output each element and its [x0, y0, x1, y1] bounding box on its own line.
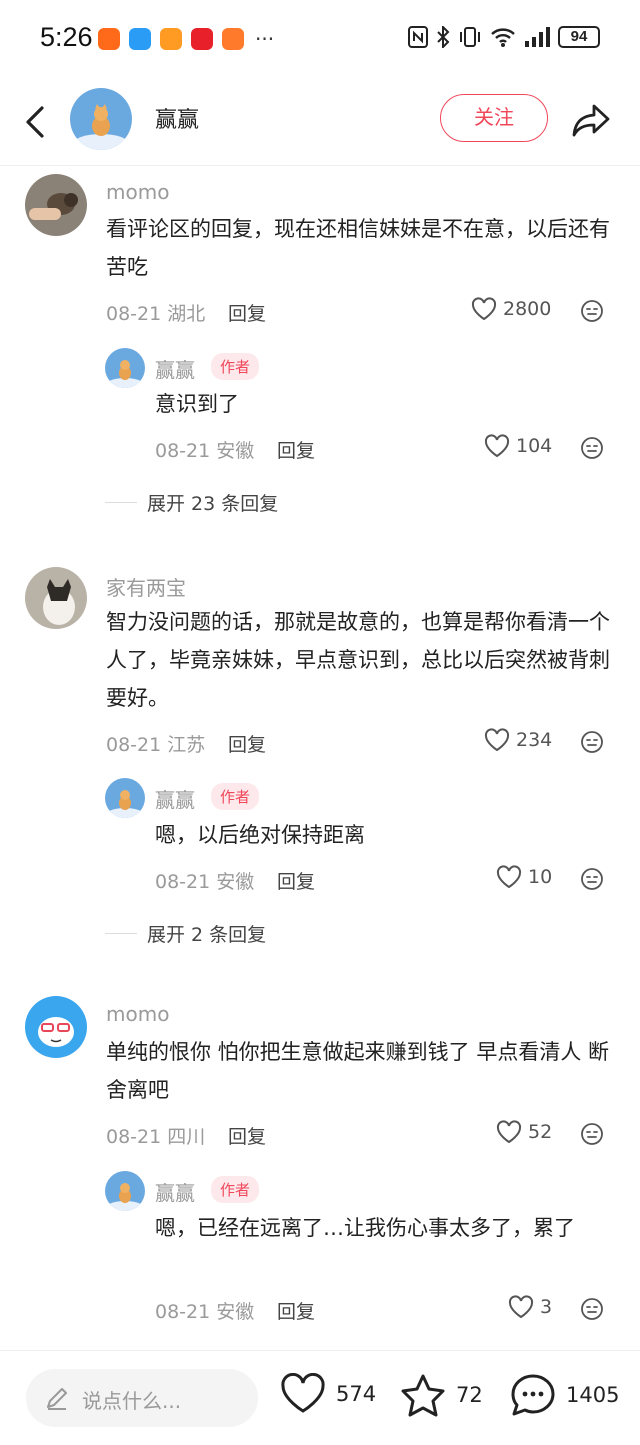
like-count: 3 — [540, 1296, 553, 1318]
emoji-reaction-icon[interactable] — [580, 867, 604, 891]
reply-button[interactable]: 回复 — [228, 1122, 266, 1149]
reply-date-location: 08-21 安徽 — [155, 440, 255, 462]
like-count: 10 — [528, 866, 553, 888]
status-app-icons: ··· — [98, 28, 274, 50]
heart-icon — [484, 728, 510, 752]
comment-input[interactable]: 说点什么... — [26, 1369, 258, 1427]
author-avatar[interactable] — [70, 88, 132, 150]
wifi-icon — [491, 28, 515, 47]
reply-author-avatar[interactable] — [105, 1171, 145, 1211]
message-app-icon — [129, 28, 151, 50]
heart-icon — [508, 1295, 534, 1319]
comment-date-location: 08-21 湖北 — [106, 303, 206, 325]
like-count: 2800 — [503, 298, 552, 320]
comment-date-location: 08-21 江苏 — [106, 734, 206, 756]
reply-text: 嗯，已经在远离了…让我伤心事太多了，累了 — [155, 1216, 575, 1240]
commenter-name[interactable]: 家有两宝 — [106, 572, 186, 601]
reply-text: 意识到了 — [155, 392, 239, 416]
like-count: 52 — [528, 1121, 553, 1143]
back-icon[interactable] — [20, 102, 50, 142]
red-app-icon — [191, 28, 213, 50]
post-like-button[interactable]: 574 — [280, 1373, 376, 1415]
like-count: 104 — [516, 435, 553, 457]
post-header: 赢赢 关注 — [0, 80, 640, 166]
emoji-reaction-icon[interactable] — [580, 1297, 604, 1321]
divider — [105, 933, 137, 934]
battery-indicator: 94 — [558, 26, 600, 48]
comment-date-location: 08-21 四川 — [106, 1126, 206, 1148]
author-badge: 作者 — [211, 783, 260, 810]
reply-author-name[interactable]: 赢赢 — [155, 1177, 195, 1206]
like-button[interactable]: 10 — [496, 865, 552, 889]
comment-text: 看评论区的回复，现在还相信妹妹是不在意，以后还有苦吃 — [106, 217, 610, 279]
taobao2-app-icon — [222, 28, 244, 50]
comment-bubble-icon — [511, 1374, 555, 1416]
emoji-reaction-icon[interactable] — [580, 730, 604, 754]
expand-replies-button[interactable]: 展开 23 条回复 — [105, 489, 278, 516]
comment-text: 单纯的恨你 怕你把生意做起来赚到钱了 早点看清人 断舍离吧 — [106, 1040, 610, 1102]
like-button[interactable]: 2800 — [471, 297, 551, 321]
author-badge: 作者 — [211, 353, 260, 380]
commenter-name[interactable]: momo — [106, 1002, 169, 1026]
nfc-icon — [408, 26, 428, 48]
post-like-count: 574 — [336, 1382, 377, 1406]
pencil-icon — [47, 1388, 67, 1410]
emoji-reaction-icon[interactable] — [580, 436, 604, 460]
heart-icon — [471, 297, 497, 321]
star-icon — [401, 1374, 445, 1417]
taobao-app-icon — [98, 28, 120, 50]
expand-replies-button[interactable]: 展开 2 条回复 — [105, 920, 266, 947]
vibrate-icon — [460, 27, 480, 47]
post-collect-button[interactable]: 72 — [400, 1373, 483, 1417]
expand-replies-label: 展开 23 条回复 — [147, 493, 279, 515]
follow-button[interactable]: 关注 — [440, 94, 548, 142]
post-comment-button[interactable]: 1405 — [510, 1373, 619, 1417]
heart-icon — [496, 865, 522, 889]
emoji-reaction-icon[interactable] — [580, 299, 604, 323]
reply-button[interactable]: 回复 — [228, 299, 266, 326]
status-time: 5:26 — [40, 22, 93, 52]
commenter-avatar[interactable] — [25, 996, 87, 1058]
emoji-reaction-icon[interactable] — [580, 1122, 604, 1146]
reply-date-location: 08-21 安徽 — [155, 1301, 255, 1323]
reply-button[interactable]: 回复 — [228, 730, 266, 757]
status-indicators: 94 — [408, 26, 600, 48]
author-badge: 作者 — [211, 1176, 260, 1203]
reply-button[interactable]: 回复 — [277, 1297, 315, 1324]
reply-author-name[interactable]: 赢赢 — [155, 354, 195, 383]
signal-icon — [525, 27, 550, 47]
reply-button[interactable]: 回复 — [277, 867, 315, 894]
post-collect-count: 72 — [456, 1383, 483, 1407]
status-bar: 5:26 ··· 94 — [0, 0, 640, 80]
orange-app-icon — [160, 28, 182, 50]
bottom-action-bar: 说点什么... 574 72 1405 — [0, 1350, 640, 1445]
commenter-avatar[interactable] — [25, 567, 87, 629]
commenter-avatar[interactable] — [25, 174, 87, 236]
reply-author-avatar[interactable] — [105, 778, 145, 818]
expand-replies-label: 展开 2 条回复 — [147, 924, 267, 946]
like-button[interactable]: 52 — [496, 1120, 552, 1144]
more-notifications-indicator: ··· — [255, 27, 275, 51]
like-button[interactable]: 3 — [508, 1295, 552, 1319]
share-icon[interactable] — [570, 100, 612, 140]
post-comment-count: 1405 — [566, 1383, 620, 1407]
comment-input-placeholder: 说点什么... — [82, 1389, 182, 1413]
reply-author-avatar[interactable] — [105, 348, 145, 388]
bluetooth-icon — [437, 26, 450, 48]
like-button[interactable]: 234 — [484, 728, 552, 752]
divider — [105, 502, 137, 503]
commenter-name[interactable]: momo — [106, 180, 169, 204]
heart-icon — [496, 1120, 522, 1144]
reply-date-location: 08-21 安徽 — [155, 871, 255, 893]
like-count: 234 — [516, 729, 553, 751]
heart-icon — [281, 1373, 325, 1413]
reply-author-name[interactable]: 赢赢 — [155, 784, 195, 813]
like-button[interactable]: 104 — [484, 434, 552, 458]
author-name[interactable]: 赢赢 — [155, 102, 199, 134]
reply-button[interactable]: 回复 — [277, 436, 315, 463]
reply-text: 嗯，以后绝对保持距离 — [155, 823, 365, 847]
heart-icon — [484, 434, 510, 458]
comment-text: 智力没问题的话，那就是故意的，也算是帮你看清一个人了，毕竟亲妹妹，早点意识到，总… — [106, 610, 610, 710]
